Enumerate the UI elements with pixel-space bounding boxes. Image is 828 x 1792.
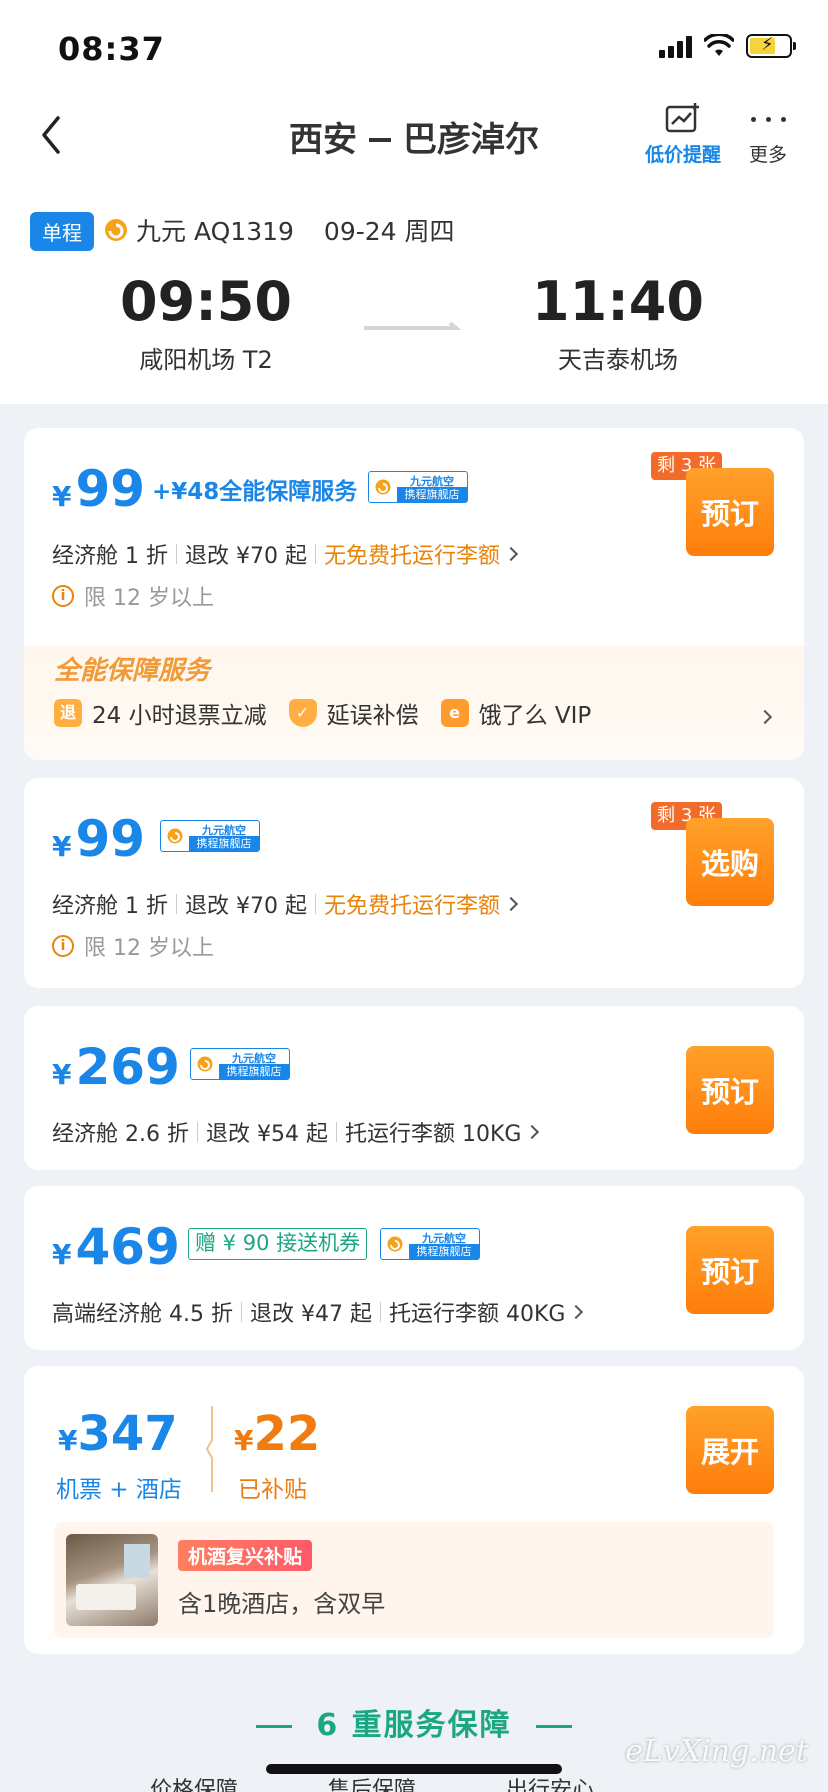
arrival-airport: 天吉泰机场 (558, 346, 678, 374)
guarantee-items: 价格保障 售后保障 出行安心 (150, 1772, 770, 1792)
fare-details[interactable]: 经济舱 1 折退改 ¥70 起无免费托运行李额 (52, 888, 519, 920)
refund-icon: 退 (54, 699, 82, 727)
route-to: 巴彦淖尔 (403, 120, 539, 160)
price-alert-label: 低价提醒 (644, 144, 721, 166)
departure-time: 09:50 (120, 270, 292, 333)
service-addon: +¥48全能保障服务 (152, 479, 358, 505)
wifi-icon (704, 34, 734, 56)
hotel-room-image (66, 1534, 158, 1626)
age-restriction: i限 12 岁以上 (52, 580, 214, 612)
status-bar: 08:37 ⚡ (0, 0, 828, 96)
flight-hotel-card[interactable]: ¥347 机票 + 酒店 ¥22 已补贴 展开 机酒复兴补贴 含1晚酒店，含双早 (24, 1366, 804, 1654)
status-time: 08:37 (58, 30, 165, 68)
guarantee-item: 出行安心 (506, 1778, 595, 1792)
trip-type-badge: 单程 (30, 212, 94, 251)
eleme-icon: e (440, 699, 469, 727)
fare-price: ¥469 (52, 1218, 180, 1276)
chevron-right-icon (503, 896, 519, 912)
flight-arrow-icon (364, 321, 462, 330)
guarantee-item: 价格保障 (150, 1778, 239, 1792)
departure-airport: 咸阳机场 T2 (139, 346, 273, 374)
store-tag: 九元航空 携程旗舰店 (368, 471, 468, 503)
age-restriction: i限 12 岁以上 (52, 930, 214, 962)
chevron-right-icon (569, 1304, 584, 1320)
fare-details[interactable]: 经济舱 2.6 折退改 ¥54 起托运行李额 10KG (52, 1116, 540, 1148)
fare-card[interactable]: ¥469 赠 ¥ 90 接送机券 九元航空 携程旗舰店 高端经济舱 4.5 折退改… (24, 1186, 804, 1350)
route-from: 西安 (289, 120, 357, 160)
flight-info: 九元 AQ1319 09-24 周四 (136, 212, 455, 248)
hotel-subsidy-badge: 机酒复兴补贴 (178, 1540, 313, 1571)
store-tag: 九元航空 携程旗舰店 (190, 1048, 290, 1080)
guarantee-item: 售后保障 (328, 1778, 417, 1792)
gift-voucher-tag: 赠 ¥ 90 接送机券 (188, 1228, 368, 1260)
book-button[interactable]: 预订 (686, 468, 774, 556)
chevron-right-icon (757, 709, 773, 725)
subsidy-amount: ¥22 (234, 1406, 321, 1462)
flight-date: 09-24 周四 (323, 217, 455, 246)
airline-logo-icon (387, 1236, 403, 1252)
shield-icon: ✓ (288, 699, 317, 727)
more-button[interactable]: 更多 (740, 102, 796, 167)
fare-details[interactable]: 高端经济舱 4.5 折退改 ¥47 起托运行李额 40KG (52, 1296, 584, 1328)
expand-button[interactable]: 展开 (686, 1406, 774, 1494)
service-band-title: 全能保障服务 (54, 656, 211, 686)
airline-logo-icon (105, 219, 127, 241)
airline-logo-icon (167, 828, 183, 844)
info-icon: i (52, 585, 74, 607)
combo-price: ¥347 (58, 1406, 178, 1462)
service-items: 退 24 小时退票立减 ✓ 延误补偿 e 饿了么 VIP (54, 696, 613, 730)
fare-card[interactable]: ¥99 九元航空 携程旗舰店 经济舱 1 折退改 ¥70 起无免费托运行李额 i限… (24, 778, 804, 988)
combo-price-label: 机票 + 酒店 (56, 1477, 182, 1503)
chevron-right-icon (525, 1124, 540, 1140)
flight-summary: 单程 九元 AQ1319 09-24 周四 09:50 咸阳机场 T2 11:40… (0, 196, 828, 404)
service-item-delay: ✓ 延误补偿 (288, 696, 419, 730)
route-arrow-icon (369, 137, 391, 142)
select-button[interactable]: 选购 (686, 818, 774, 906)
book-button[interactable]: 预订 (686, 1046, 774, 1134)
fare-details[interactable]: 经济舱 1 折退改 ¥70 起无免费托运行李额 (52, 538, 519, 570)
price-trend-icon (665, 103, 699, 133)
store-tag: 九元航空 携程旗舰店 (160, 820, 260, 852)
service-guarantee-band[interactable]: 全能保障服务 退 24 小时退票立减 ✓ 延误补偿 e 饿了么 VIP (24, 646, 804, 760)
fare-card[interactable]: ¥269 九元航空 携程旗舰店 经济舱 2.6 折退改 ¥54 起托运行李额 10… (24, 1006, 804, 1170)
arrival-time: 11:40 (532, 270, 704, 333)
store-tag: 九元航空 携程旗舰店 (380, 1228, 480, 1260)
service-item-eleme: e 饿了么 VIP (440, 696, 591, 730)
status-icons: ⚡ (659, 34, 796, 58)
cellular-signal-icon (659, 34, 692, 58)
watermark: eLvXing.net (625, 1734, 808, 1769)
more-dots-icon (750, 116, 786, 122)
airline-logo-icon (197, 1056, 213, 1072)
fare-card[interactable]: ¥99 +¥48全能保障服务 九元航空 携程旗舰店 经济舱 1 折退改 ¥70 起… (24, 428, 804, 760)
chevron-right-icon (503, 546, 519, 562)
hotel-offer[interactable]: 机酒复兴补贴 含1晚酒店，含双早 (54, 1522, 774, 1638)
service-item-refund: 退 24 小时退票立减 (54, 696, 267, 730)
info-icon: i (52, 935, 74, 957)
more-label: 更多 (748, 144, 787, 166)
hotel-description: 含1晚酒店，含双早 (178, 1590, 386, 1618)
nav-bar: 西安 巴彦淖尔 低价提醒 更多 (0, 96, 828, 196)
fare-price: ¥99 (52, 460, 146, 518)
home-indicator[interactable] (266, 1764, 562, 1774)
fare-price: ¥99 (52, 810, 146, 868)
subsidy-label: 已补贴 (238, 1477, 307, 1503)
price-alert-button[interactable]: 低价提醒 (640, 102, 726, 167)
airline-logo-icon (375, 479, 391, 495)
book-button[interactable]: 预订 (686, 1226, 774, 1314)
battery-icon: ⚡ (746, 34, 796, 58)
divider (206, 1406, 213, 1492)
fare-price: ¥269 (52, 1038, 180, 1096)
airline-flight-number: 九元 AQ1319 (136, 217, 294, 246)
